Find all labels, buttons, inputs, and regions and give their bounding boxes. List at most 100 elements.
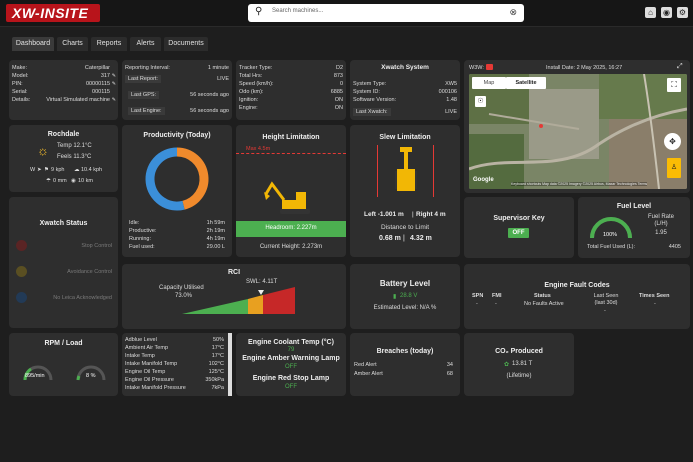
tracker-type-label: Tracker Type: (239, 65, 273, 71)
fault-header-spn: SPN (472, 293, 484, 299)
app-logo[interactable]: XW-INSITE (6, 4, 100, 22)
height-limitation-card: Height Limitation Max 4.5m Headroom: 2.2… (236, 125, 346, 257)
street-view-icon[interactable]: ♙ (667, 158, 681, 178)
odo-label: Odo (km): (239, 89, 264, 95)
productivity-donut (145, 147, 209, 211)
model-value: 317 (100, 73, 110, 79)
compass-icon[interactable]: ✥ (664, 133, 681, 150)
breaches-title: Breaches (today) (376, 348, 434, 355)
current-height: Current Height: 2.273m (259, 244, 323, 250)
tab-documents[interactable]: Documents (164, 37, 208, 51)
tab-charts[interactable]: Charts (57, 37, 88, 51)
fault-header-status: Status (534, 293, 551, 299)
umbrella-icon: ☂ (46, 178, 51, 184)
avoidance-control-indicator (16, 266, 27, 277)
machine-search[interactable]: ⚲ Search machines... ⊗ (248, 4, 524, 22)
search-input[interactable]: Search machines... (272, 8, 323, 14)
settings-icon[interactable]: ⚙ (677, 7, 688, 18)
engine-label: Engine: (239, 105, 258, 111)
engine-fault-codes-card: Engine Fault Codes SPN FMI Status Last S… (464, 264, 690, 329)
model-label: Model: (12, 73, 29, 79)
pin-label: PIN: (12, 81, 23, 87)
map-attribution: Keyboard shortcuts Map data ©2025 Imager… (511, 182, 648, 186)
gust-icon: ☁ (74, 167, 80, 173)
wind-icon: ➤ (37, 167, 42, 173)
globe-icon[interactable]: ◉ (661, 7, 672, 18)
rpm-title: RPM / Load (44, 340, 83, 347)
sensor-label: Ambient Air Temp (125, 345, 169, 351)
running-value: 4h 19m (206, 236, 225, 242)
stop-control-indicator (16, 240, 27, 251)
feels-like: Feels 11.3°C (57, 154, 92, 160)
slew-limitation-card: Slew Limitation Left -1.001 m | Right 4 … (350, 125, 460, 257)
idle-label: Idle: (129, 220, 140, 226)
headroom-value: Headroom: 2.227m (265, 225, 317, 231)
last-xwatch-value: LIVE (445, 109, 457, 115)
flag-icon: ⚑ (44, 167, 49, 173)
supervisor-key-card: Supervisor Key OFF (464, 197, 574, 258)
excavator-top-icon (395, 147, 417, 191)
fuel-title: Fuel Level (616, 203, 652, 210)
fuel-rate-value: 1.95 (655, 230, 667, 236)
tracker-card: Tracker Type: D2 Total Hrs: 873 Speed (k… (236, 60, 346, 120)
fault-fmi: - (495, 301, 497, 307)
engine-value: ON (334, 105, 343, 111)
speed-value: 0 (339, 81, 343, 87)
amber-lamp-value: OFF (285, 364, 297, 370)
last-engine-label: Last Engine: (128, 107, 165, 115)
supervisor-title: Supervisor Key (493, 215, 545, 222)
interval-value: 1 minute (207, 65, 229, 71)
fault-spn: - (476, 301, 478, 307)
leaf-icon: ✿ (504, 362, 510, 368)
idle-value: 1h 59m (206, 220, 225, 226)
left-limit-line (377, 145, 378, 197)
right-limit-line (433, 145, 434, 197)
fault-header-times-seen: Times Seen (639, 293, 670, 299)
co2-card: CO₂ Produced ✿ 13.81 T (Lifetime) (464, 333, 574, 396)
expand-icon[interactable]: ⤢ (677, 63, 683, 71)
map-type-satellite[interactable]: Satellite (506, 77, 546, 89)
tab-reports[interactable]: Reports (91, 37, 127, 51)
edit-icon[interactable]: ✎ (112, 73, 116, 79)
stop-control-label: Stop Control (81, 243, 112, 249)
clear-icon[interactable]: ⊗ (509, 7, 517, 18)
red-alert-value: 34 (446, 362, 453, 368)
pin-value: 00000115 (85, 81, 110, 87)
temp: Temp 12.1°C (57, 143, 92, 149)
fault-last-seen: - (604, 308, 606, 314)
battery-estimated: Estimated Level: N/A % (373, 305, 437, 311)
interval-label: Reporting Interval: (125, 65, 170, 71)
sensor-value: 125°C (208, 369, 224, 375)
avoidance-control-label: Avoidance Control (67, 269, 112, 275)
slew-divider: | (412, 211, 414, 218)
details-label: Details: (12, 97, 31, 103)
edit-icon[interactable]: ✎ (112, 97, 116, 103)
red-lamp-label: Engine Red Stop Lamp (252, 375, 330, 382)
edit-icon[interactable]: ✎ (112, 81, 116, 87)
fault-header-last-seen: Last Seen (last 30d) (593, 293, 619, 306)
total-fuel-label: Total Fuel Used (L): (587, 244, 635, 250)
tab-dashboard[interactable]: Dashboard (12, 37, 54, 51)
xwatch-system-card: Xwatch System System Type: XW5 System ID… (350, 60, 460, 120)
leica-indicator (16, 292, 27, 303)
last-gps-value: 56 seconds ago (190, 92, 229, 98)
map-view[interactable]: Map Satellite ⛶ ☉ ✥ ♙ Google Keyboard sh… (469, 74, 687, 189)
last-engine-value: 56 seconds ago (190, 108, 229, 114)
tab-alerts[interactable]: Alerts (130, 37, 161, 51)
load-value: 8 % (86, 373, 96, 379)
home-icon[interactable]: ⌂ (645, 7, 656, 18)
sensor-label: Intake Manifold Pressure (125, 385, 186, 391)
ignition-label: Ignition: (239, 97, 259, 103)
locate-icon[interactable]: ☉ (475, 96, 486, 107)
fault-status: No Faults Active (524, 301, 564, 307)
xwatch-status-card: Xwatch Status Stop Control Avoidance Con… (9, 197, 118, 328)
total-hrs-label: Total Hrs: (239, 73, 263, 79)
details-value: Virtual Simulated machine (46, 97, 110, 103)
battery-icon: ▮ (393, 294, 397, 300)
fullscreen-icon[interactable]: ⛶ (667, 78, 681, 92)
fuel-used-value: 29.00 L (206, 244, 225, 250)
map-type-map[interactable]: Map (472, 77, 506, 89)
w3w-icon[interactable] (486, 64, 493, 70)
battery-title: Battery Level (379, 279, 431, 288)
fault-times-seen: - (654, 301, 656, 307)
